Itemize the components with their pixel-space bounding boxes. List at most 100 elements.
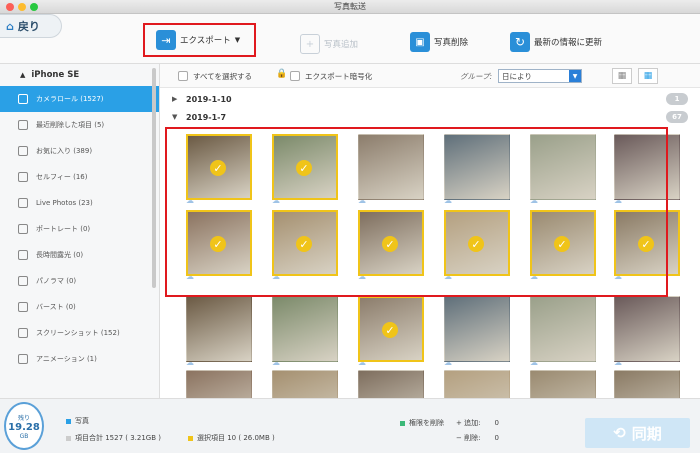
device-name: iPhone SE [31,70,80,80]
selfie-icon [18,172,28,182]
photo-thumbnail[interactable]: ☁ [184,294,254,367]
select-arrow-icon: ▼ [569,70,581,82]
photo-thumbnail[interactable]: ☁ [528,368,598,398]
cloud-icon: ☁ [186,358,194,367]
photo-thumbnail[interactable]: ☁ [184,368,254,398]
animation-icon [18,354,28,364]
refresh-button[interactable]: ↻ 最新の情報に更新 [510,32,602,52]
cube-icon [18,224,28,234]
encrypt-export-checkbox[interactable] [290,71,300,81]
sidebar-item-label: Live Photos (23) [36,199,93,207]
sidebar-item-label: ポートレート (0) [36,225,91,233]
add-photo-button[interactable]: + 写真追加 [300,34,358,54]
add-label: + 追加: [456,419,481,427]
sidebar-item[interactable]: 最近削除した項目 (5) [0,112,159,138]
sidebar-item[interactable]: バースト (0) [0,294,159,320]
selected-items: 選択項目 10 ( 26.0MB ) [188,433,275,443]
sidebar-item-label: セルフィー (16) [36,173,88,181]
sidebar-item-label: 長時間露光 (0) [36,251,84,259]
burst-icon [18,302,28,312]
remove-label: − 削除: [456,434,481,442]
storage-value: 19.28 [8,421,40,433]
add-value: 0 [494,419,499,427]
photo-image [444,370,510,398]
group-date: 2019-1-10 [186,94,232,104]
storage-label: 残り [17,414,30,422]
photo-legend-label: 写真 [75,417,89,425]
photo-thumbnail[interactable]: ☁ [270,368,340,398]
expand-icon: ▶ [172,95,178,103]
select-all-checkbox[interactable] [178,71,188,81]
refresh-label: 最新の情報に更新 [534,38,603,48]
export-highlight-box [143,23,256,57]
sidebar-item-label: バースト (0) [36,303,76,311]
photo-image [444,296,510,362]
home-icon: ⌂ [6,19,14,33]
back-button[interactable]: ⌂ 戻り [0,14,62,38]
screenshot-icon [18,328,28,338]
select-all-label: すべてを選択する [193,72,253,81]
add-photo-label: 写真追加 [324,40,359,50]
photo-thumbnail[interactable]: ☁ [442,368,512,398]
cloud-icon: ☁ [614,358,622,367]
window-title: 写真転送 [334,2,366,11]
delete-photo-button[interactable]: ▣ 写真削除 [410,32,468,52]
trash-icon [18,120,28,130]
photo-image [358,370,424,398]
total-items: 項目合計 1527 ( 3.21GB ) [66,433,161,443]
group-label: グループ: [460,72,493,81]
refresh-icon: ↻ [510,32,530,52]
sidebar-item[interactable]: アニメーション (1) [0,346,159,372]
perm-delete-swatch [400,420,405,426]
group-select-value: 日により [502,71,532,81]
group-select[interactable]: 日により ▼ [498,69,582,83]
photo-thumbnail[interactable]: ☁ [528,294,598,367]
sidebar-item[interactable]: お気に入り (389) [0,138,159,164]
photo-image [186,370,252,398]
cloud-icon: ☁ [272,358,280,367]
add-photo-icon: + [300,34,320,54]
storage-unit: GB [19,432,29,440]
sidebar-item[interactable]: パノラマ (0) [0,268,159,294]
check-icon: ✓ [382,322,398,338]
photo-thumbnail[interactable]: ☁ [356,368,426,398]
group-count: 67 [666,111,688,123]
sync-icon: ⟲ [613,424,626,442]
total-label: 項目合計 1527 ( 3.21GB ) [75,434,161,442]
heart-icon [18,146,28,156]
group-header[interactable]: ▼ 2019-1-7 67 [160,108,700,126]
device-header[interactable]: ▲ iPhone SE [0,64,159,86]
filter-bar: すべてを選択する 🔒 エクスポート暗号化 グループ: 日により ▼ ▦ ▦ [160,64,700,88]
selection-highlight-box [165,127,668,297]
sidebar-item[interactable]: カメラロール (1527) [0,86,159,112]
photo-image [530,370,596,398]
sidebar-item[interactable]: スクリーンショット (152) [0,320,159,346]
add-count: + 追加: 0 [456,418,499,428]
photo-thumbnail[interactable]: ☁ [270,294,340,367]
photo-image [530,296,596,362]
live-icon [18,198,28,208]
photo-thumbnail[interactable]: ☁ [612,294,682,367]
grid-large-view-button[interactable]: ▦ [612,68,632,84]
sidebar-item-label: アニメーション (1) [36,355,97,363]
photo-legend: 写真 [66,416,89,426]
collapse-icon: ▼ [172,113,178,121]
photo-image [272,296,338,362]
remove-count: − 削除: 0 [456,433,499,443]
group-header[interactable]: ▶ 2019-1-10 1 [160,90,700,108]
sync-button[interactable]: ⟲ 同期 [585,418,690,448]
back-label: 戻り [17,20,40,33]
photo-thumbnail[interactable]: ✓ ☁ [356,294,426,367]
sidebar-item-label: スクリーンショット (152) [36,329,120,337]
sidebar-item[interactable]: 長時間露光 (0) [0,242,159,268]
photo-thumbnail[interactable]: ☁ [442,294,512,367]
exposure-icon [18,250,28,260]
sidebar-item[interactable]: セルフィー (16) [0,164,159,190]
storage-gauge: 残り 19.28 GB [4,402,44,450]
grid-small-view-button[interactable]: ▦ [638,68,658,84]
sidebar-item[interactable]: ポートレート (0) [0,216,159,242]
sidebar-scrollbar[interactable] [152,68,156,288]
sync-label: 同期 [631,424,662,443]
sidebar-item[interactable]: Live Photos (23) [0,190,159,216]
photo-thumbnail[interactable]: ☁ [612,368,682,398]
